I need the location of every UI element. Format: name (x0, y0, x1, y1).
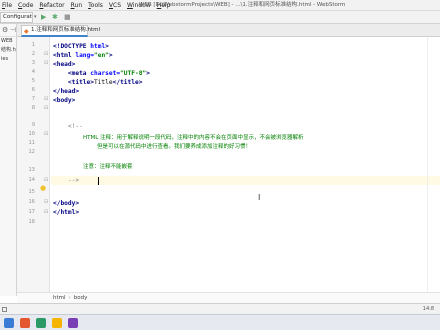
line-number: 5 (31, 78, 35, 84)
taskbar-app-icon[interactable] (68, 318, 78, 328)
current-line-highlight (51, 176, 440, 185)
code-line-comment-close: --> (53, 177, 80, 184)
menu-file[interactable]: File (0, 0, 15, 11)
menu-refactor[interactable]: Refactor (36, 0, 67, 11)
lightbulb-icon[interactable]: ● (40, 184, 46, 192)
os-taskbar (0, 314, 440, 330)
line-number: 3 (31, 60, 35, 66)
window-title: WEB [D:\WebstormProjects\WEB] - ...\1.注释… (139, 2, 346, 8)
line-number: 17 (28, 209, 35, 215)
menu-vcs[interactable]: VCS (106, 0, 124, 11)
menu-code[interactable]: Code (15, 0, 36, 11)
editor-tab-bar: ◆ 1.注释和网页标准结构.html × (17, 24, 440, 37)
line-number: 9 (31, 122, 35, 128)
fold-icon[interactable]: ⊟ (44, 131, 48, 137)
code-line-5: <title>Title</title> (53, 79, 143, 86)
line-number: 10 (28, 131, 35, 137)
tab-html-file[interactable]: ◆ 1.注释和网页标准结构.html × (21, 25, 100, 37)
project-pane: ⚙ ⊣ WEB 结构.html ies (0, 24, 17, 296)
code-line-body-close: </body> (53, 200, 80, 207)
line-number: 7 (31, 96, 35, 102)
chevron-down-icon[interactable]: ▾ (34, 14, 37, 20)
fold-icon[interactable]: ⊟ (44, 105, 48, 111)
status-bar: 14:8 (0, 303, 440, 314)
breadcrumb-separator: › (68, 295, 71, 301)
code-line-html-close: </html> (53, 209, 80, 216)
vcs-icon[interactable]: ■ (64, 13, 71, 21)
comment-text-line-3: 注意：注释不能嵌套 (83, 164, 133, 170)
code-line-3: <head> (53, 61, 76, 68)
tab-label: 1.注释和网页标准结构.html (31, 27, 101, 33)
line-number-gutter[interactable]: 1 2 3 4 5 6 7 8 9 10 11 12 13 14 15 16 1… (17, 37, 50, 292)
line-number: 6 (31, 87, 35, 93)
main-toolbar: Configuration... ▾ ▶ ✱ ■ (0, 11, 440, 24)
line-number: 8 (31, 105, 35, 111)
code-line-1: <!DOCTYPE html> (53, 43, 109, 50)
tree-item-file[interactable]: 结构.html (0, 46, 16, 55)
fold-icon[interactable]: ⊟ (44, 60, 48, 66)
run-icon[interactable]: ▶ (41, 13, 46, 21)
taskbar-app-icon[interactable] (20, 318, 30, 328)
run-configuration-select[interactable]: Configuration... (0, 12, 33, 23)
text-caret (98, 177, 99, 185)
comment-text-line-2: 但是可以在源代码中进行查看。我们要养成添加注释的好习惯！ (97, 144, 252, 150)
taskbar-app-icon[interactable] (36, 318, 46, 328)
breadcrumb-body[interactable]: body (74, 295, 88, 301)
line-number: 2 (31, 51, 35, 57)
tree-item-project[interactable]: WEB (0, 37, 16, 46)
fold-icon[interactable]: ⊟ (44, 96, 48, 102)
line-number: 1 (31, 42, 35, 48)
code-line-6: </head> (53, 88, 80, 95)
project-pane-toolbar: ⚙ ⊣ (0, 24, 16, 37)
taskbar-app-icon[interactable] (52, 318, 62, 328)
menu-run[interactable]: Run (68, 0, 86, 11)
gear-icon[interactable]: ⚙ (2, 26, 8, 34)
line-number: 13 (28, 167, 35, 173)
html-file-icon: ◆ (24, 28, 29, 35)
line-number: 4 (31, 69, 35, 75)
text-cursor-icon: I (258, 193, 261, 202)
close-icon[interactable]: × (80, 26, 85, 35)
line-number: 11 (28, 140, 35, 146)
line-number: 18 (28, 219, 35, 225)
comment-text-line-1: HTML 注释：用于解释说明一段代码，注释中的内容不会在页面中显示，不会被浏览器… (83, 135, 304, 141)
tree-item-external-libraries[interactable]: ies (0, 55, 16, 64)
breadcrumb-html[interactable]: html (53, 295, 66, 301)
menu-tools[interactable]: Tools (85, 0, 106, 11)
right-margin-guide (427, 37, 428, 292)
code-line-2: <html lang="en"> (53, 52, 113, 59)
menu-bar: File Code Refactor Run Tools VCS Window … (0, 0, 440, 11)
fold-icon[interactable]: ⊟ (44, 209, 48, 215)
line-number: 16 (28, 199, 35, 205)
code-line-7: <body> (53, 97, 76, 104)
fold-icon[interactable]: ⊟ (44, 199, 48, 205)
code-editor[interactable]: 1 2 3 4 5 6 7 8 9 10 11 12 13 14 15 16 1… (17, 37, 440, 292)
line-number: 15 (28, 189, 35, 195)
tool-windows-icon[interactable] (2, 307, 7, 312)
hide-panel-icon[interactable]: ⊣ (10, 26, 16, 34)
code-line-comment-open: <!-- (53, 123, 83, 130)
line-number: 14 (28, 177, 35, 183)
line-number: 12 (28, 149, 35, 155)
debug-icon[interactable]: ✱ (52, 13, 58, 21)
fold-icon[interactable]: ⊟ (44, 177, 48, 183)
breadcrumb: html › body (17, 292, 440, 303)
code-line-4: <meta charset="UTF-8"> (53, 70, 150, 77)
start-icon[interactable] (4, 318, 14, 328)
fold-icon[interactable]: ⊟ (44, 51, 48, 57)
